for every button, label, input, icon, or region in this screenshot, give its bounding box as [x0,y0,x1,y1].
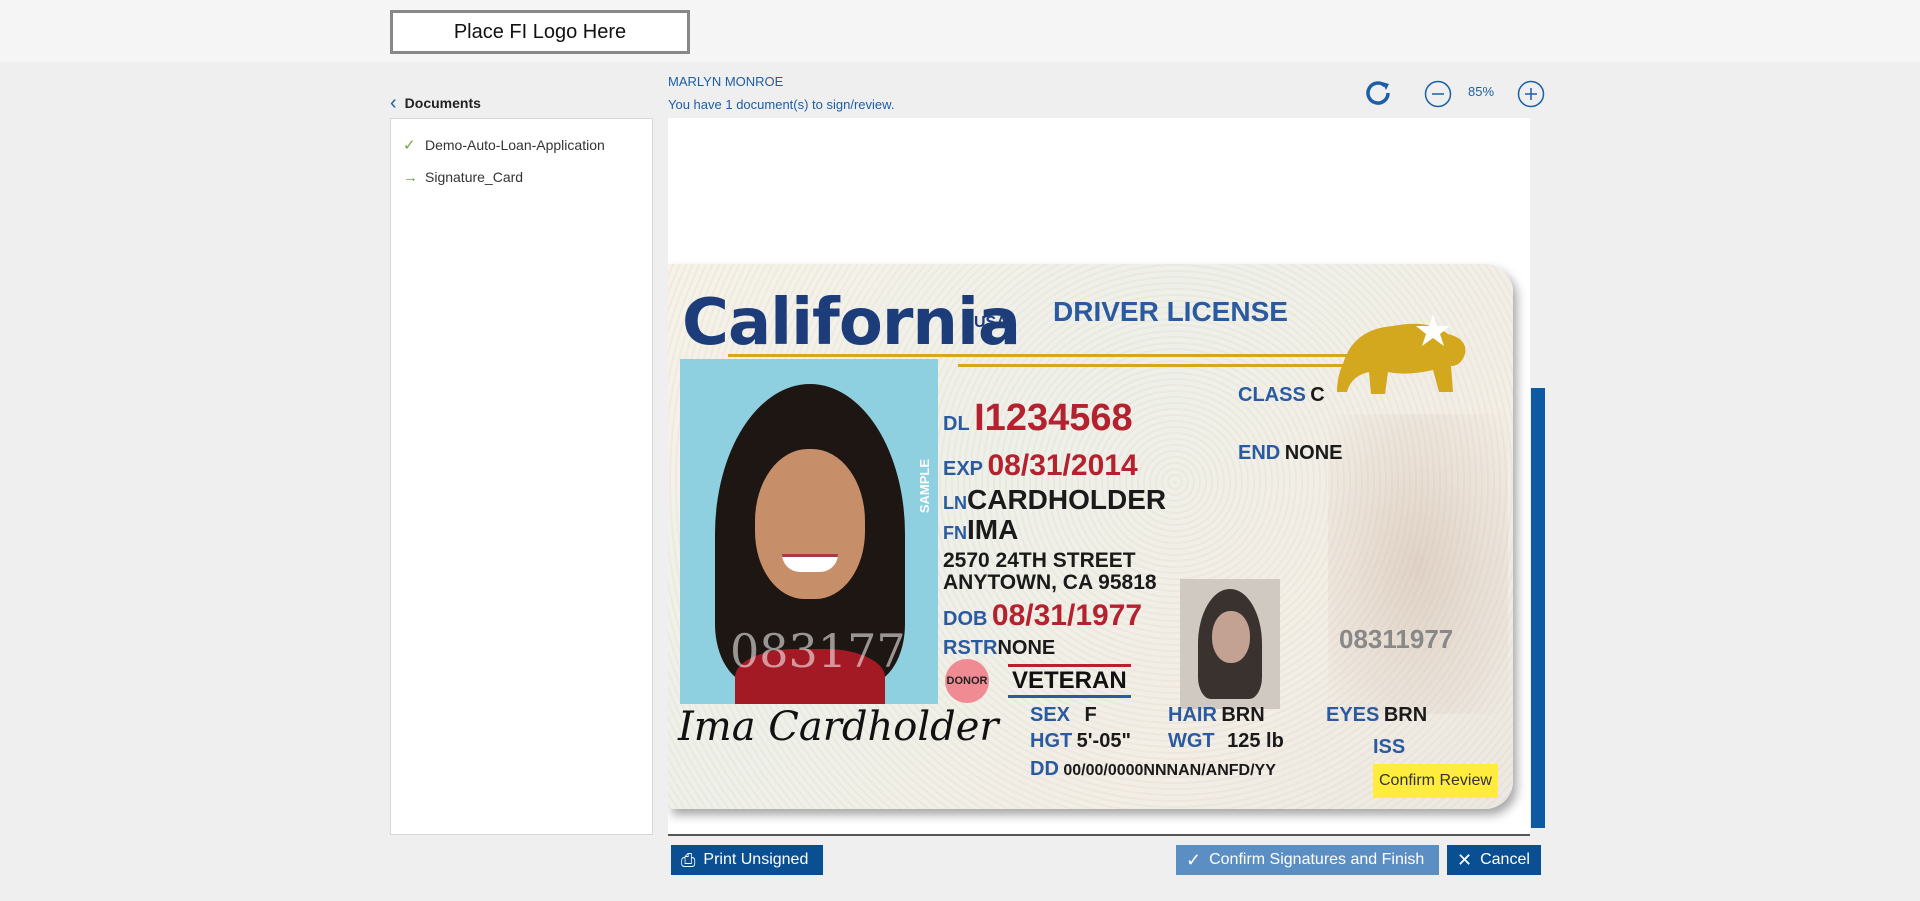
logo-placeholder: Place FI Logo Here [390,10,690,54]
hgt-field: HGT 5'-05" [1030,730,1131,752]
address-line-2: ANYTOWN, CA 95818 [943,571,1157,594]
donor-badge: DONOR [945,659,989,703]
print-unsigned-button[interactable]: ⎙ Print Unsigned [671,845,823,875]
document-viewer[interactable]: California USA DRIVER LICENSE 083177 SAM… [668,118,1530,835]
ghost-number: 08311977 [1339,624,1454,654]
check-icon: ✓ [403,137,416,154]
iss-field: ISS [1373,736,1406,758]
miner-illustration [1328,414,1508,714]
document-label: Signature_Card [425,169,524,185]
cancel-button[interactable]: ✕ Cancel [1447,845,1541,875]
ln-field: LNCARDHOLDER [943,484,1167,515]
fn-field: FNIMA [943,514,1019,545]
zoom-in-icon[interactable] [1517,80,1545,108]
license-photo: 083177 SAMPLE [680,359,938,704]
license-state: California [682,286,1021,360]
hair-field: HAIR BRN [1168,704,1265,726]
documents-header[interactable]: ‹ Documents [390,92,481,114]
photo-watermark: 083177 [730,624,906,678]
top-bar: Place FI Logo Here [0,0,1920,62]
chevron-left-icon[interactable]: ‹ [390,93,397,113]
document-item-demo-auto-loan[interactable]: ✓ Demo-Auto-Loan-Application [391,129,652,161]
viewer-scrollbar[interactable] [1531,388,1545,828]
exp-field: EXP 08/31/2014 [943,449,1138,482]
refresh-icon[interactable] [1362,77,1394,109]
ghost-photo [1180,579,1280,709]
veteran-label: VETERAN [1008,664,1131,698]
arrow-right-icon: → [403,168,418,186]
zoom-out-icon[interactable] [1424,80,1452,108]
wgt-field: WGT 125 lb [1168,730,1284,752]
license-signature: Ima Cardholder [678,704,999,750]
class-field: CLASS C [1238,384,1325,406]
sex-field: SEX F [1030,704,1097,726]
dl-field: DL I1234568 [943,397,1133,439]
signer-message: You have 1 document(s) to sign/review. [668,97,895,112]
document-item-signature-card[interactable]: → Signature_Card [391,161,652,193]
sample-text: SAMPLE [917,459,932,514]
printer-icon: ⎙ [681,849,696,870]
close-icon: ✕ [1457,849,1473,870]
license-image: California USA DRIVER LICENSE 083177 SAM… [668,264,1513,809]
bear-icon [1337,314,1466,394]
end-field: END NONE [1238,442,1343,464]
confirm-review-tag[interactable]: Confirm Review [1373,764,1498,798]
document-label: Demo-Auto-Loan-Application [425,137,605,153]
check-icon: ✓ [1186,849,1202,870]
confirm-signatures-button[interactable]: ✓ Confirm Signatures and Finish [1176,845,1439,875]
documents-panel: ✓ Demo-Auto-Loan-Application → Signature… [390,118,653,835]
address-line-1: 2570 24TH STREET [943,549,1136,572]
license-title: DRIVER LICENSE [1053,296,1288,327]
signer-name: MARLYN MONROE [668,74,784,89]
eyes-field: EYES BRN [1326,704,1428,726]
rstr-field: RSTRNONE [943,637,1056,659]
zoom-level: 85% [1468,84,1495,99]
documents-title: Documents [404,95,481,111]
dd-field: DD 00/00/0000NNNAN/ANFD/YY [1030,758,1276,780]
license-country: USA [974,314,1008,331]
dob-field: DOB 08/31/1977 [943,599,1143,632]
